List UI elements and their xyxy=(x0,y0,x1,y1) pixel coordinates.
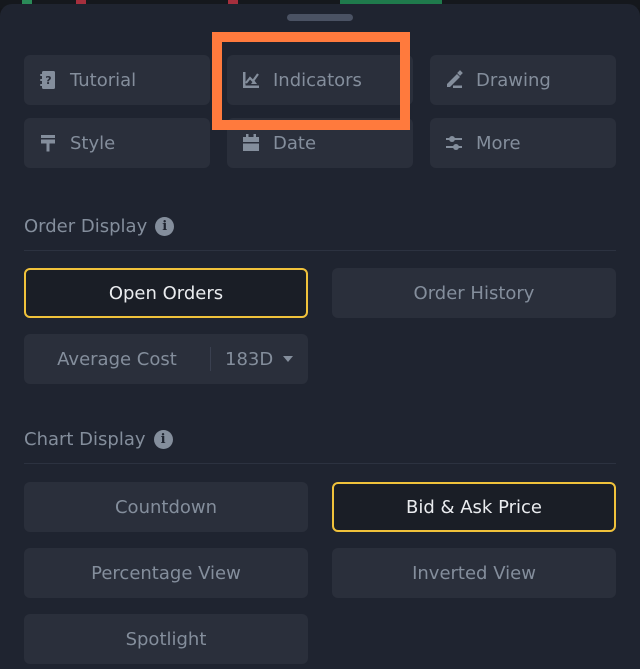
countdown-button[interactable]: Countdown xyxy=(24,482,308,532)
open-orders-button[interactable]: Open Orders xyxy=(24,268,308,318)
style-label: Style xyxy=(70,132,116,154)
sliders-icon xyxy=(444,133,464,153)
more-label: More xyxy=(476,132,521,154)
chart-settings-sheet: ? Tutorial Indicators Drawing Style Date… xyxy=(0,4,640,669)
info-icon[interactable]: i xyxy=(155,217,175,236)
inverted-view-button[interactable]: Inverted View xyxy=(332,548,616,598)
average-cost-control[interactable]: Average Cost 183D xyxy=(24,334,308,384)
date-button[interactable]: Date xyxy=(227,118,413,168)
open-orders-label: Open Orders xyxy=(108,282,224,304)
period-dropdown[interactable]: 183D xyxy=(211,348,294,370)
countdown-label: Countdown xyxy=(114,496,218,518)
tutorial-label: Tutorial xyxy=(70,69,137,91)
spotlight-label: Spotlight xyxy=(125,628,207,650)
calendar-icon xyxy=(241,133,261,153)
style-button[interactable]: Style xyxy=(24,118,210,168)
tutorial-button[interactable]: ? Tutorial xyxy=(24,55,210,105)
indicators-label: Indicators xyxy=(273,69,362,91)
drawing-label: Drawing xyxy=(476,69,551,91)
period-value: 183D xyxy=(225,348,274,370)
order-display-heading: Order Display i xyxy=(24,216,175,237)
section-divider xyxy=(24,463,616,464)
section-divider xyxy=(24,250,616,251)
percentage-view-label: Percentage View xyxy=(91,562,241,584)
order-history-label: Order History xyxy=(413,282,535,304)
average-cost-label: Average Cost xyxy=(57,348,177,370)
indicators-chart-icon xyxy=(241,70,261,90)
order-display-title: Order Display xyxy=(24,216,148,237)
inverted-view-label: Inverted View xyxy=(412,562,536,584)
bid-ask-price-button[interactable]: Bid & Ask Price xyxy=(332,482,616,532)
info-icon[interactable]: i xyxy=(153,430,173,449)
order-history-button[interactable]: Order History xyxy=(332,268,616,318)
drawing-pen-icon xyxy=(444,70,464,90)
style-brush-icon xyxy=(38,133,58,153)
date-label: Date xyxy=(273,132,317,154)
chart-display-title: Chart Display xyxy=(24,429,146,450)
caret-down-icon xyxy=(283,356,294,362)
spotlight-button[interactable]: Spotlight xyxy=(24,614,308,664)
chart-display-heading: Chart Display i xyxy=(24,429,173,450)
indicators-button[interactable]: Indicators xyxy=(227,55,413,105)
drag-handle[interactable] xyxy=(287,14,353,21)
svg-text:?: ? xyxy=(45,74,51,87)
drawing-button[interactable]: Drawing xyxy=(430,55,616,105)
bid-ask-price-label: Bid & Ask Price xyxy=(405,496,542,518)
tutorial-book-icon: ? xyxy=(38,70,58,90)
more-button[interactable]: More xyxy=(430,118,616,168)
percentage-view-button[interactable]: Percentage View xyxy=(24,548,308,598)
